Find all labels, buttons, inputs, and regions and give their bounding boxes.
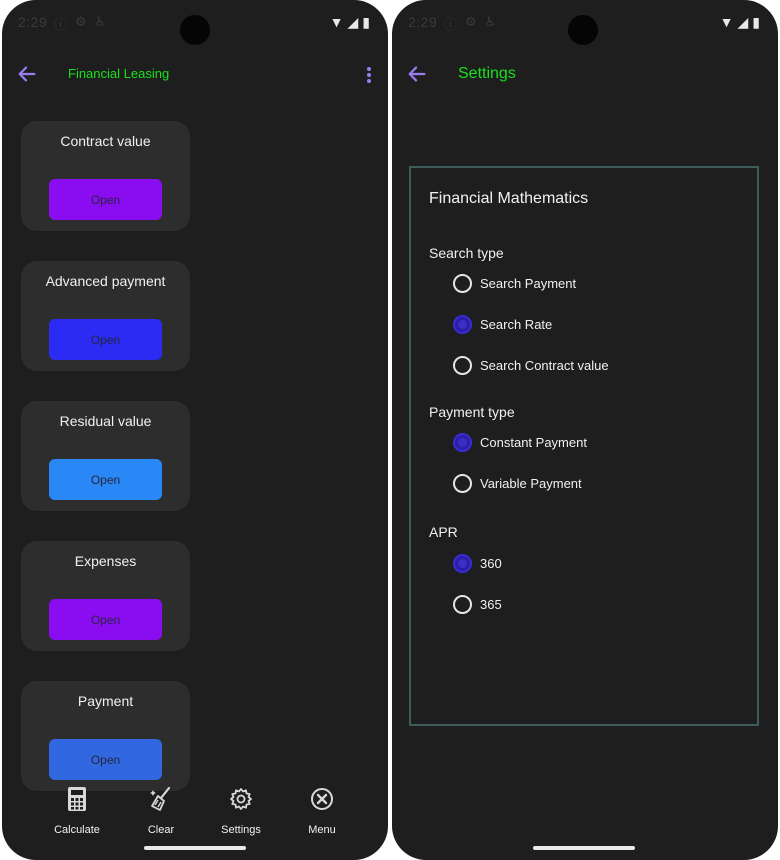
- radio-label: Search Rate: [480, 316, 553, 332]
- radio-search-payment[interactable]: Search Payment: [453, 272, 576, 294]
- nav-menu[interactable]: Menu: [287, 786, 357, 836]
- radio-label: 365: [480, 596, 502, 612]
- radio-circle: [453, 314, 472, 334]
- payment-type-label: Payment type: [429, 404, 515, 420]
- advanced-payment-open-button[interactable]: Open: [49, 319, 162, 360]
- radio-circle: [453, 273, 472, 293]
- signal-icon: ◢: [347, 14, 359, 30]
- page-title: Financial Leasing: [68, 66, 170, 81]
- status-time: 2:29: [18, 14, 48, 30]
- camera-cutout: [568, 15, 598, 45]
- info-icon: ⓘ: [54, 17, 68, 32]
- settings-panel: Financial Mathematics Search type Search…: [409, 166, 759, 726]
- home-indicator[interactable]: [144, 846, 246, 850]
- card-payment: Payment Open: [21, 681, 190, 791]
- card-advanced-payment: Advanced payment Open: [21, 261, 190, 371]
- radio-label: 360: [480, 555, 502, 571]
- status-notification-icons: ⓘ ⚙ ♿: [444, 14, 496, 33]
- page-title: Settings: [458, 65, 516, 82]
- radio-circle: [453, 473, 472, 493]
- card-expenses: Expenses Open: [21, 541, 190, 651]
- battery-icon: ▮: [362, 14, 370, 30]
- gear-icon: ⚙: [465, 14, 477, 29]
- residual-value-open-button[interactable]: Open: [49, 459, 162, 500]
- card-title: Expenses: [74, 553, 137, 569]
- nav-settings[interactable]: Settings: [206, 786, 276, 836]
- back-arrow-icon[interactable]: [406, 63, 428, 85]
- card-title: Contract value: [60, 133, 151, 149]
- radio-circle: [453, 432, 472, 452]
- home-indicator[interactable]: [533, 846, 635, 850]
- nav-label: Clear: [147, 824, 175, 836]
- payment-open-button[interactable]: Open: [49, 739, 162, 780]
- gear-icon: ⚙: [75, 14, 87, 29]
- wifi-icon: ▼: [329, 14, 344, 30]
- radio-circle: [453, 553, 472, 573]
- settings-screen: 2:29 ⓘ ⚙ ♿ ▼ ◢ ▮ Settings Financial Math…: [392, 0, 778, 860]
- wifi-icon: ▼: [719, 14, 734, 30]
- radio-search-contract-value[interactable]: Search Contract value: [453, 354, 609, 376]
- battery-icon: ▮: [752, 14, 760, 30]
- app-bar: Settings: [392, 58, 778, 92]
- radio-constant-payment[interactable]: Constant Payment: [453, 431, 587, 453]
- nav-clear[interactable]: Clear: [126, 786, 196, 836]
- status-notification-icons: ⓘ ⚙ ♿: [54, 14, 106, 33]
- card-residual-value: Residual value Open: [21, 401, 190, 511]
- nav-label: Menu: [308, 824, 336, 836]
- radio-label: Constant Payment: [480, 434, 587, 450]
- card-title: Payment: [77, 693, 134, 709]
- calculator-icon: [68, 787, 86, 811]
- back-arrow-icon[interactable]: [16, 63, 38, 85]
- radio-label: Search Contract value: [480, 357, 609, 373]
- radio-circle: [453, 355, 472, 375]
- info-icon: ⓘ: [444, 17, 458, 32]
- card-title: Advanced payment: [45, 273, 166, 289]
- gear-icon: [230, 788, 252, 810]
- expenses-open-button[interactable]: Open: [49, 599, 162, 640]
- radio-variable-payment[interactable]: Variable Payment: [453, 472, 582, 494]
- radio-search-rate[interactable]: Search Rate: [453, 313, 552, 335]
- accessibility-icon: ♿: [94, 14, 107, 29]
- contract-value-open-button[interactable]: Open: [49, 179, 162, 220]
- more-options-icon[interactable]: [366, 66, 372, 84]
- broom-icon: [150, 786, 171, 811]
- accessibility-icon: ♿: [484, 14, 497, 29]
- bottom-navigation: Calculate Clear Settings Menu: [2, 786, 388, 846]
- radio-label: Search Payment: [480, 275, 577, 291]
- app-bar: Financial Leasing: [2, 58, 388, 92]
- apr-label: APR: [429, 524, 458, 540]
- card-contract-value: Contract value Open: [21, 121, 190, 231]
- close-circle-icon: [311, 788, 333, 810]
- radio-apr-365[interactable]: 365: [453, 593, 502, 615]
- radio-circle: [453, 594, 472, 614]
- financial-leasing-screen: 2:29 ⓘ ⚙ ♿ ▼ ◢ ▮ Financial Leasing Contr…: [2, 0, 388, 860]
- search-type-label: Search type: [429, 245, 504, 261]
- status-system-icons: ▼ ◢ ▮: [720, 14, 760, 31]
- status-time: 2:29: [408, 14, 438, 30]
- card-title: Residual value: [59, 413, 152, 429]
- radio-apr-360[interactable]: 360: [453, 552, 502, 574]
- status-system-icons: ▼ ◢ ▮: [330, 14, 370, 31]
- panel-heading: Financial Mathematics: [429, 190, 589, 207]
- signal-icon: ◢: [737, 14, 749, 30]
- radio-label: Variable Payment: [480, 475, 582, 491]
- nav-label: Settings: [221, 824, 261, 836]
- nav-calculate[interactable]: Calculate: [42, 786, 112, 836]
- camera-cutout: [180, 15, 210, 45]
- nav-label: Calculate: [54, 824, 100, 836]
